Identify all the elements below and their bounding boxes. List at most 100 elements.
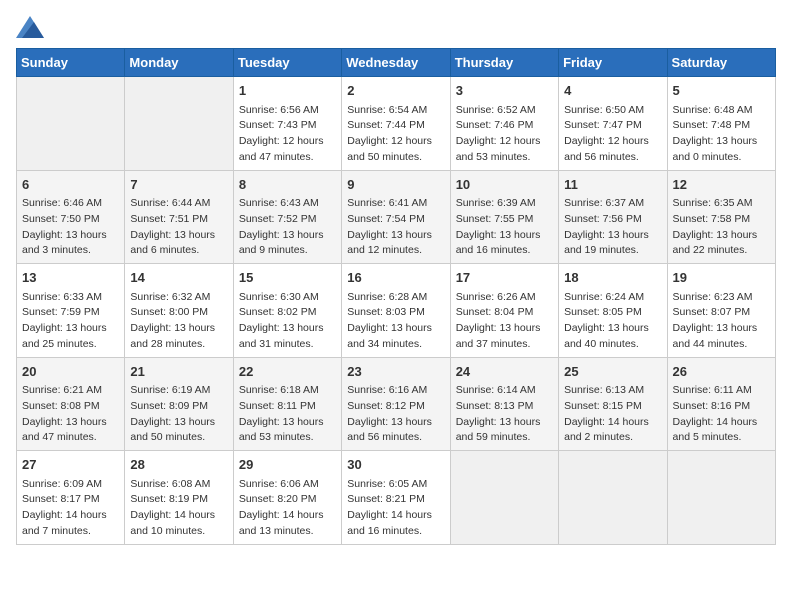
day-info: Sunrise: 6:30 AMSunset: 8:02 PMDaylight:… [239, 290, 336, 353]
day-cell: 22Sunrise: 6:18 AMSunset: 8:11 PMDayligh… [233, 357, 341, 451]
column-header-saturday: Saturday [667, 49, 775, 77]
day-number: 10 [456, 175, 553, 195]
day-info: Sunrise: 6:26 AMSunset: 8:04 PMDaylight:… [456, 290, 553, 353]
day-cell: 5Sunrise: 6:48 AMSunset: 7:48 PMDaylight… [667, 77, 775, 171]
day-info: Sunrise: 6:28 AMSunset: 8:03 PMDaylight:… [347, 290, 444, 353]
day-info: Sunrise: 6:52 AMSunset: 7:46 PMDaylight:… [456, 103, 553, 166]
day-cell: 19Sunrise: 6:23 AMSunset: 8:07 PMDayligh… [667, 264, 775, 358]
day-cell: 20Sunrise: 6:21 AMSunset: 8:08 PMDayligh… [17, 357, 125, 451]
day-number: 27 [22, 455, 119, 475]
day-info: Sunrise: 6:43 AMSunset: 7:52 PMDaylight:… [239, 196, 336, 259]
day-number: 12 [673, 175, 770, 195]
day-number: 17 [456, 268, 553, 288]
day-number: 13 [22, 268, 119, 288]
day-cell [559, 451, 667, 545]
day-info: Sunrise: 6:11 AMSunset: 8:16 PMDaylight:… [673, 383, 770, 446]
header [16, 16, 776, 38]
column-header-monday: Monday [125, 49, 233, 77]
day-cell [450, 451, 558, 545]
week-row-1: 1Sunrise: 6:56 AMSunset: 7:43 PMDaylight… [17, 77, 776, 171]
day-number: 15 [239, 268, 336, 288]
day-number: 19 [673, 268, 770, 288]
week-row-4: 20Sunrise: 6:21 AMSunset: 8:08 PMDayligh… [17, 357, 776, 451]
day-info: Sunrise: 6:19 AMSunset: 8:09 PMDaylight:… [130, 383, 227, 446]
day-cell: 7Sunrise: 6:44 AMSunset: 7:51 PMDaylight… [125, 170, 233, 264]
day-number: 1 [239, 81, 336, 101]
day-cell [667, 451, 775, 545]
day-cell: 26Sunrise: 6:11 AMSunset: 8:16 PMDayligh… [667, 357, 775, 451]
day-info: Sunrise: 6:54 AMSunset: 7:44 PMDaylight:… [347, 103, 444, 166]
day-cell: 6Sunrise: 6:46 AMSunset: 7:50 PMDaylight… [17, 170, 125, 264]
day-number: 6 [22, 175, 119, 195]
day-cell: 23Sunrise: 6:16 AMSunset: 8:12 PMDayligh… [342, 357, 450, 451]
column-header-friday: Friday [559, 49, 667, 77]
day-info: Sunrise: 6:37 AMSunset: 7:56 PMDaylight:… [564, 196, 661, 259]
day-cell: 24Sunrise: 6:14 AMSunset: 8:13 PMDayligh… [450, 357, 558, 451]
day-number: 29 [239, 455, 336, 475]
logo [16, 16, 48, 38]
day-number: 8 [239, 175, 336, 195]
day-info: Sunrise: 6:46 AMSunset: 7:50 PMDaylight:… [22, 196, 119, 259]
day-cell: 29Sunrise: 6:06 AMSunset: 8:20 PMDayligh… [233, 451, 341, 545]
day-info: Sunrise: 6:39 AMSunset: 7:55 PMDaylight:… [456, 196, 553, 259]
day-info: Sunrise: 6:13 AMSunset: 8:15 PMDaylight:… [564, 383, 661, 446]
day-number: 9 [347, 175, 444, 195]
day-info: Sunrise: 6:56 AMSunset: 7:43 PMDaylight:… [239, 103, 336, 166]
day-cell: 10Sunrise: 6:39 AMSunset: 7:55 PMDayligh… [450, 170, 558, 264]
column-header-wednesday: Wednesday [342, 49, 450, 77]
day-info: Sunrise: 6:09 AMSunset: 8:17 PMDaylight:… [22, 477, 119, 540]
day-cell [17, 77, 125, 171]
day-info: Sunrise: 6:23 AMSunset: 8:07 PMDaylight:… [673, 290, 770, 353]
day-info: Sunrise: 6:35 AMSunset: 7:58 PMDaylight:… [673, 196, 770, 259]
day-number: 22 [239, 362, 336, 382]
day-number: 2 [347, 81, 444, 101]
day-number: 25 [564, 362, 661, 382]
day-cell: 27Sunrise: 6:09 AMSunset: 8:17 PMDayligh… [17, 451, 125, 545]
day-info: Sunrise: 6:18 AMSunset: 8:11 PMDaylight:… [239, 383, 336, 446]
day-cell: 13Sunrise: 6:33 AMSunset: 7:59 PMDayligh… [17, 264, 125, 358]
day-number: 26 [673, 362, 770, 382]
day-cell: 2Sunrise: 6:54 AMSunset: 7:44 PMDaylight… [342, 77, 450, 171]
day-cell: 4Sunrise: 6:50 AMSunset: 7:47 PMDaylight… [559, 77, 667, 171]
day-cell: 18Sunrise: 6:24 AMSunset: 8:05 PMDayligh… [559, 264, 667, 358]
day-cell: 9Sunrise: 6:41 AMSunset: 7:54 PMDaylight… [342, 170, 450, 264]
day-info: Sunrise: 6:41 AMSunset: 7:54 PMDaylight:… [347, 196, 444, 259]
day-info: Sunrise: 6:16 AMSunset: 8:12 PMDaylight:… [347, 383, 444, 446]
day-cell: 30Sunrise: 6:05 AMSunset: 8:21 PMDayligh… [342, 451, 450, 545]
day-number: 7 [130, 175, 227, 195]
week-row-5: 27Sunrise: 6:09 AMSunset: 8:17 PMDayligh… [17, 451, 776, 545]
day-info: Sunrise: 6:14 AMSunset: 8:13 PMDaylight:… [456, 383, 553, 446]
day-info: Sunrise: 6:21 AMSunset: 8:08 PMDaylight:… [22, 383, 119, 446]
day-info: Sunrise: 6:48 AMSunset: 7:48 PMDaylight:… [673, 103, 770, 166]
day-cell: 16Sunrise: 6:28 AMSunset: 8:03 PMDayligh… [342, 264, 450, 358]
day-number: 11 [564, 175, 661, 195]
day-cell: 28Sunrise: 6:08 AMSunset: 8:19 PMDayligh… [125, 451, 233, 545]
day-info: Sunrise: 6:33 AMSunset: 7:59 PMDaylight:… [22, 290, 119, 353]
day-cell: 21Sunrise: 6:19 AMSunset: 8:09 PMDayligh… [125, 357, 233, 451]
day-info: Sunrise: 6:32 AMSunset: 8:00 PMDaylight:… [130, 290, 227, 353]
column-header-tuesday: Tuesday [233, 49, 341, 77]
day-number: 18 [564, 268, 661, 288]
day-number: 21 [130, 362, 227, 382]
day-number: 14 [130, 268, 227, 288]
day-info: Sunrise: 6:44 AMSunset: 7:51 PMDaylight:… [130, 196, 227, 259]
week-row-2: 6Sunrise: 6:46 AMSunset: 7:50 PMDaylight… [17, 170, 776, 264]
day-cell: 14Sunrise: 6:32 AMSunset: 8:00 PMDayligh… [125, 264, 233, 358]
day-info: Sunrise: 6:24 AMSunset: 8:05 PMDaylight:… [564, 290, 661, 353]
calendar-table: SundayMondayTuesdayWednesdayThursdayFrid… [16, 48, 776, 545]
day-cell: 3Sunrise: 6:52 AMSunset: 7:46 PMDaylight… [450, 77, 558, 171]
week-row-3: 13Sunrise: 6:33 AMSunset: 7:59 PMDayligh… [17, 264, 776, 358]
day-number: 24 [456, 362, 553, 382]
day-number: 4 [564, 81, 661, 101]
header-row: SundayMondayTuesdayWednesdayThursdayFrid… [17, 49, 776, 77]
day-cell: 15Sunrise: 6:30 AMSunset: 8:02 PMDayligh… [233, 264, 341, 358]
logo-icon [16, 16, 44, 38]
day-number: 16 [347, 268, 444, 288]
day-info: Sunrise: 6:08 AMSunset: 8:19 PMDaylight:… [130, 477, 227, 540]
day-number: 5 [673, 81, 770, 101]
day-cell: 17Sunrise: 6:26 AMSunset: 8:04 PMDayligh… [450, 264, 558, 358]
day-info: Sunrise: 6:05 AMSunset: 8:21 PMDaylight:… [347, 477, 444, 540]
day-number: 20 [22, 362, 119, 382]
column-header-thursday: Thursday [450, 49, 558, 77]
day-cell: 11Sunrise: 6:37 AMSunset: 7:56 PMDayligh… [559, 170, 667, 264]
